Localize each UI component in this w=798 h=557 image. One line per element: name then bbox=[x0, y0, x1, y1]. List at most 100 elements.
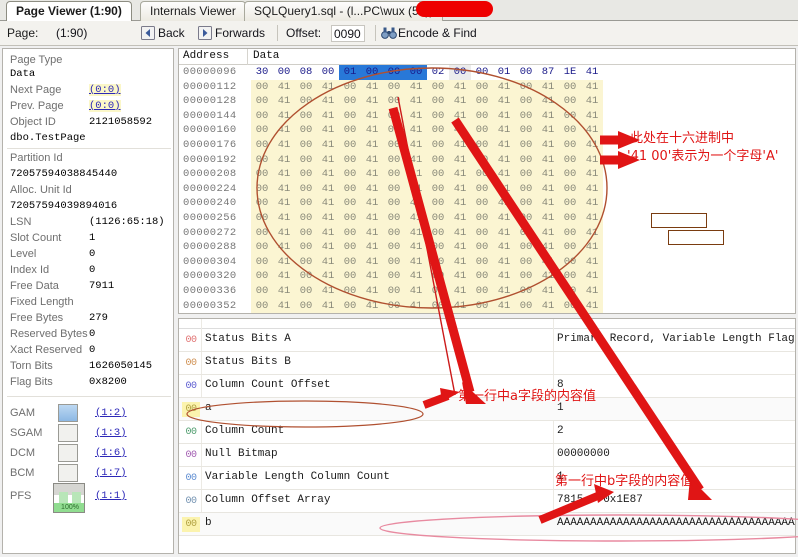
hex-byte[interactable]: 00 bbox=[427, 299, 449, 314]
hex-byte[interactable]: 41 bbox=[493, 240, 515, 255]
hex-byte[interactable]: 41 bbox=[273, 138, 295, 153]
hex-row-bytes[interactable]: 00 41 00 41 00 41 00 41 00 41 00 41 00 41 00 41 bbox=[251, 137, 603, 153]
hex-byte[interactable]: 00 bbox=[339, 196, 361, 211]
hex-byte[interactable]: 41 bbox=[273, 299, 295, 314]
hex-byte[interactable]: 41 bbox=[273, 255, 295, 270]
hex-byte[interactable]: 41 bbox=[449, 153, 471, 168]
hex-byte[interactable]: 1E bbox=[559, 65, 581, 80]
hex-row-bytes[interactable]: 00 41 00 41 00 41 00 41 00 41 00 41 00 41 00 41 bbox=[251, 210, 603, 226]
hex-byte[interactable]: 41 bbox=[537, 153, 559, 168]
hex-byte[interactable]: 41 bbox=[361, 167, 383, 182]
hex-byte[interactable]: 00 bbox=[427, 284, 449, 299]
hex-byte[interactable]: 41 bbox=[581, 284, 603, 299]
hex-byte[interactable]: 41 bbox=[537, 167, 559, 182]
hex-byte[interactable]: 00 bbox=[295, 138, 317, 153]
hex-byte[interactable]: 41 bbox=[581, 226, 603, 241]
hex-byte[interactable]: 00 bbox=[251, 109, 273, 124]
hex-byte[interactable]: 41 bbox=[361, 153, 383, 168]
hex-byte[interactable]: 41 bbox=[405, 109, 427, 124]
hex-row-bytes[interactable]: 00 41 00 41 00 41 00 41 00 41 00 41 00 41 00 41 bbox=[251, 94, 603, 109]
table-row[interactable]: 00 Status Bits A Primary Record, Variable … bbox=[179, 329, 795, 352]
alloc-link-gam[interactable]: (1:2) bbox=[95, 407, 127, 419]
hex-byte[interactable]: 41 bbox=[317, 211, 339, 226]
hex-byte[interactable]: 41 bbox=[405, 196, 427, 211]
hex-byte[interactable]: 00 bbox=[427, 196, 449, 211]
hex-byte[interactable]: 41 bbox=[449, 269, 471, 284]
hex-byte[interactable]: 00 bbox=[515, 240, 537, 255]
hex-byte[interactable]: 00 bbox=[471, 211, 493, 226]
hex-byte[interactable]: 41 bbox=[361, 182, 383, 197]
hex-byte[interactable]: 41 bbox=[273, 80, 295, 95]
hex-byte[interactable]: 41 bbox=[273, 167, 295, 182]
hex-byte[interactable]: 00 bbox=[339, 167, 361, 182]
hex-byte[interactable]: 00 bbox=[295, 123, 317, 138]
hex-row[interactable]: 00000256 00 41 00 41 00 41 00 41 00 41 00 41 00 41 00 41 bbox=[179, 210, 795, 226]
hex-byte[interactable]: 00 bbox=[559, 240, 581, 255]
table-row[interactable]: 00 b AAAAAAAAAAAAAAAAAAAAAAAAAAAAAAAAAAAAA… bbox=[179, 513, 795, 536]
hex-byte[interactable]: 00 bbox=[405, 65, 427, 80]
hex-byte[interactable]: 41 bbox=[361, 94, 383, 109]
hex-byte[interactable]: 41 bbox=[317, 153, 339, 168]
hex-byte[interactable]: 41 bbox=[581, 299, 603, 314]
hex-byte[interactable]: 87 bbox=[537, 65, 559, 80]
hex-byte[interactable]: 41 bbox=[537, 226, 559, 241]
hex-byte[interactable]: 00 bbox=[383, 182, 405, 197]
hex-byte[interactable]: 41 bbox=[405, 255, 427, 270]
hex-byte[interactable]: 00 bbox=[295, 182, 317, 197]
hex-byte[interactable]: 41 bbox=[581, 153, 603, 168]
hex-byte[interactable]: 00 bbox=[515, 109, 537, 124]
hex-byte[interactable]: 41 bbox=[449, 80, 471, 95]
hex-byte[interactable]: 00 bbox=[339, 138, 361, 153]
hex-byte[interactable]: 00 bbox=[559, 167, 581, 182]
hex-byte[interactable]: 00 bbox=[471, 196, 493, 211]
alloc-checkbox-gam[interactable] bbox=[58, 404, 78, 422]
hex-byte[interactable]: 00 bbox=[515, 269, 537, 284]
hex-byte[interactable]: 00 bbox=[251, 211, 273, 226]
hex-byte[interactable]: 41 bbox=[317, 255, 339, 270]
hex-byte[interactable]: 41 bbox=[493, 196, 515, 211]
alloc-link-dcm[interactable]: (1:6) bbox=[95, 447, 127, 459]
hex-byte[interactable]: 00 bbox=[471, 109, 493, 124]
hex-byte[interactable]: 00 bbox=[339, 182, 361, 197]
hex-byte[interactable]: 41 bbox=[449, 94, 471, 109]
hex-byte[interactable]: 00 bbox=[273, 65, 295, 80]
hex-byte[interactable]: 41 bbox=[493, 123, 515, 138]
tab-page-viewer[interactable]: Page Viewer (1:90) bbox=[6, 1, 132, 21]
hex-byte[interactable]: 00 bbox=[427, 109, 449, 124]
hex-byte[interactable]: 00 bbox=[295, 269, 317, 284]
hex-byte[interactable]: 00 bbox=[515, 123, 537, 138]
hex-byte[interactable]: 41 bbox=[581, 167, 603, 182]
hex-byte[interactable]: 41 bbox=[449, 240, 471, 255]
hex-byte[interactable]: 00 bbox=[471, 182, 493, 197]
hex-byte[interactable]: 41 bbox=[317, 299, 339, 314]
hex-byte[interactable]: 00 bbox=[251, 80, 273, 95]
hex-byte[interactable]: 41 bbox=[581, 211, 603, 226]
hex-byte[interactable]: 00 bbox=[251, 240, 273, 255]
hex-byte[interactable]: 41 bbox=[449, 299, 471, 314]
hex-byte[interactable]: 41 bbox=[493, 211, 515, 226]
hex-byte[interactable]: 00 bbox=[427, 226, 449, 241]
hex-byte[interactable]: 00 bbox=[559, 153, 581, 168]
hex-byte[interactable]: 00 bbox=[383, 255, 405, 270]
hex-byte[interactable]: 00 bbox=[515, 211, 537, 226]
hex-byte[interactable]: 41 bbox=[317, 182, 339, 197]
hex-byte[interactable]: 41 bbox=[317, 284, 339, 299]
hex-byte[interactable]: 41 bbox=[317, 269, 339, 284]
hex-byte[interactable]: 41 bbox=[405, 211, 427, 226]
alloc-link-pfs[interactable]: (1:1) bbox=[95, 490, 127, 502]
hex-byte[interactable]: 41 bbox=[405, 299, 427, 314]
hex-byte[interactable]: 00 bbox=[251, 153, 273, 168]
hex-byte[interactable]: 00 bbox=[515, 153, 537, 168]
hex-byte[interactable]: 00 bbox=[471, 240, 493, 255]
hex-byte[interactable]: 41 bbox=[273, 123, 295, 138]
hex-byte[interactable]: 00 bbox=[339, 299, 361, 314]
hex-byte[interactable]: 41 bbox=[317, 138, 339, 153]
hex-byte[interactable]: 41 bbox=[449, 211, 471, 226]
hex-byte[interactable]: 00 bbox=[515, 182, 537, 197]
hex-byte[interactable]: 41 bbox=[581, 255, 603, 270]
tab-sqlquery1[interactable]: SQLQuery1.sql - (l...PC\wux (52)) bbox=[244, 1, 444, 21]
hex-byte[interactable]: 00 bbox=[295, 211, 317, 226]
hex-byte[interactable]: 00 bbox=[251, 226, 273, 241]
hex-byte[interactable]: 41 bbox=[273, 94, 295, 109]
hex-byte[interactable]: 00 bbox=[471, 153, 493, 168]
